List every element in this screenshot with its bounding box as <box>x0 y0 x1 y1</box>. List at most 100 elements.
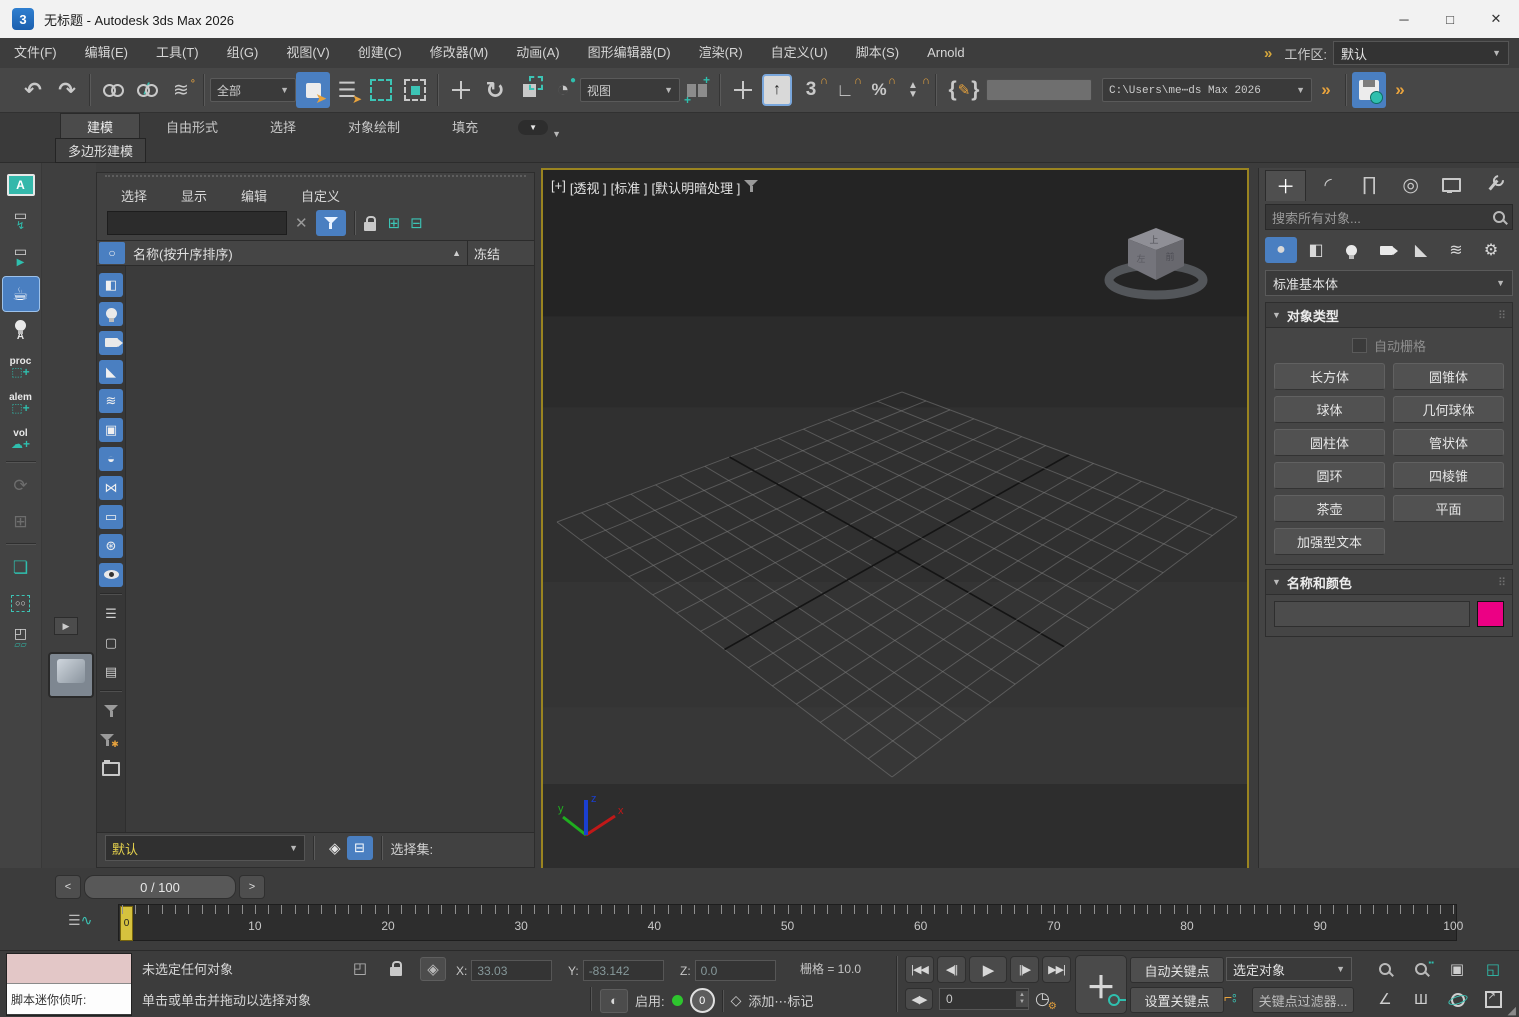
select-and-scale-button[interactable] <box>512 72 546 108</box>
select-and-rotate-button[interactable]: ↻ <box>478 72 512 108</box>
selection-lock-toggle[interactable] <box>384 957 408 979</box>
tab-utilities[interactable] <box>1474 170 1513 200</box>
menu-modifiers[interactable]: 修改器(M) <box>416 38 503 68</box>
arnold-operator-graph-button[interactable]: ◰▱▱ <box>3 622 39 656</box>
menu-create[interactable]: 创建(C) <box>344 38 416 68</box>
viewport-general-menu[interactable]: [+] <box>551 178 566 197</box>
tab-motion[interactable]: ◎ <box>1391 170 1430 200</box>
explorer-search-input[interactable] <box>107 211 287 235</box>
percent-snap-button[interactable]: %∩ <box>862 72 896 108</box>
lock-icon[interactable] <box>364 222 376 231</box>
angle-snap-button[interactable]: ∟∩ <box>828 72 862 108</box>
ribbon-tab-populate[interactable]: 填充 <box>426 114 504 139</box>
key-mode-toggle[interactable]: ◀▶ <box>905 988 933 1010</box>
object-name-field[interactable] <box>1274 601 1470 627</box>
bind-to-space-warp-button[interactable]: ≋∘ <box>164 72 198 108</box>
show-space-warps-toggle[interactable]: ≋ <box>99 389 123 413</box>
viewport-pov-menu[interactable]: [透视 ] <box>570 178 607 197</box>
category-cameras[interactable] <box>1370 237 1402 263</box>
show-groups-toggle[interactable]: ▣ <box>99 418 123 442</box>
play-button[interactable]: ▶ <box>969 956 1007 983</box>
arnold-convert-button[interactable]: ⟳ <box>3 468 39 502</box>
previous-frame-button[interactable]: < <box>55 875 81 899</box>
arnold-light-button[interactable]: A <box>3 314 39 348</box>
show-geometry-toggle[interactable]: ◧ <box>99 273 123 297</box>
undo-button[interactable]: ↶ <box>16 72 50 108</box>
pan-view-button[interactable]: Ш <box>1404 985 1438 1013</box>
show-biped-toggle[interactable]: ⊛ <box>99 534 123 558</box>
category-lights[interactable] <box>1335 237 1367 263</box>
zoom-extents-button[interactable]: ▣ <box>1440 955 1474 983</box>
panel-expand-arrow[interactable]: ▶ <box>54 617 78 635</box>
new-container-button[interactable] <box>99 757 123 781</box>
reference-coordinate-combo[interactable]: 视图▼ <box>580 78 680 102</box>
textplus-button[interactable]: 加强型文本 <box>1274 528 1385 555</box>
show-bones-toggle[interactable]: ⋈ <box>99 476 123 500</box>
perspective-viewport[interactable]: [+] [透视 ] [标准 ] [默认明暗处理 ] 上 左 前 y x z <box>541 168 1249 870</box>
menu-views[interactable]: 视图(V) <box>272 38 343 68</box>
menu-overflow-chevron[interactable]: » <box>1256 45 1280 62</box>
named-selection-sets-field[interactable] <box>986 79 1092 101</box>
listener-pane[interactable]: 脚本迷你侦听: <box>7 984 131 1014</box>
key-filters-button[interactable]: 关键点过滤器... <box>1252 987 1354 1013</box>
teapot-button[interactable]: 茶壶 <box>1274 495 1385 522</box>
chevron-down-icon[interactable]: ▼ <box>552 129 561 139</box>
per-view-filter-icon[interactable] <box>744 180 758 192</box>
ribbon-tab-modeling[interactable]: 建模 <box>60 113 140 139</box>
search-all-objects-input[interactable]: 搜索所有对象... <box>1265 204 1513 230</box>
show-cameras-toggle[interactable] <box>99 331 123 355</box>
new-key-default-inout-icon[interactable]: ⌐⦂ <box>1224 989 1236 1006</box>
select-and-place-button[interactable]: ◔● <box>546 72 580 108</box>
ribbon-tab-freeform[interactable]: 自由形式 <box>140 114 244 139</box>
window-crossing-toggle[interactable] <box>398 72 432 108</box>
expand-tree-icon[interactable]: ⊞ <box>388 214 401 232</box>
project-folder-combo[interactable]: C:\Users\me⋯ds Max 2026 ▼ <box>1102 78 1312 102</box>
column-name-header[interactable]: 名称(按升序排序) ▲ <box>127 244 467 263</box>
frame-counter-field[interactable]: 0 / 100 <box>84 875 236 899</box>
menu-rendering[interactable]: 渲染(R) <box>685 38 757 68</box>
torus-button[interactable]: 圆环 <box>1274 462 1385 489</box>
minimize-button[interactable]: ─ <box>1381 0 1427 38</box>
cylinder-button[interactable]: 圆柱体 <box>1274 429 1385 456</box>
timeline-ruler[interactable]: 0 102030405060708090100 <box>118 904 1457 941</box>
tab-create[interactable]: ＋ <box>1265 170 1306 201</box>
next-key-button[interactable]: ||▶ <box>1010 956 1039 983</box>
close-button[interactable]: ✕ <box>1473 0 1519 38</box>
maxscript-mini-listener[interactable]: 脚本迷你侦听: <box>6 953 132 1016</box>
orbit-button[interactable] <box>1440 985 1474 1013</box>
menu-arnold[interactable]: Arnold <box>913 38 979 68</box>
menu-scripting[interactable]: 脚本(S) <box>842 38 913 68</box>
select-and-move-button[interactable] <box>444 72 478 108</box>
resize-grip[interactable]: ◢ <box>1508 1004 1516 1017</box>
collapse-tree-icon[interactable]: ⊟ <box>410 214 423 232</box>
go-to-start-button[interactable]: |◀◀ <box>905 956 934 983</box>
selection-set-combo[interactable]: 选定对象▼ <box>1226 957 1352 981</box>
previous-key-button[interactable]: ◀|| <box>937 956 966 983</box>
ribbon-tab-selection[interactable]: 选择 <box>244 114 322 139</box>
counter-badge[interactable]: 0 <box>690 988 715 1013</box>
sphere-button[interactable]: 球体 <box>1274 396 1385 423</box>
auto-key-button[interactable]: 自动关键点 <box>1130 957 1224 983</box>
time-configuration-button[interactable]: ◷⚙ <box>1035 989 1050 1009</box>
snaps-use-axis-button[interactable]: ↑ <box>760 72 794 108</box>
field-of-view-button[interactable]: ∠ <box>1368 985 1402 1013</box>
menu-edit[interactable]: 编辑(E) <box>71 38 142 68</box>
use-pivot-point-button[interactable]: + + <box>680 72 714 108</box>
select-object-button[interactable]: ➤ <box>296 72 330 108</box>
next-frame-button[interactable]: > <box>239 875 265 899</box>
category-space-warps[interactable]: ≋ <box>1440 237 1472 263</box>
arnold-render-selected-button[interactable]: ☕ <box>2 276 40 312</box>
set-keys-button[interactable]: ＋ <box>1075 955 1127 1014</box>
arnold-volume-button[interactable]: vol☁+ <box>3 422 39 456</box>
maximize-viewport-toggle[interactable] <box>1476 985 1510 1013</box>
arnold-texture-manager-button[interactable]: ❏ <box>3 550 39 584</box>
rectangular-selection-region-button[interactable] <box>364 72 398 108</box>
explorer-list-area[interactable]: ◧ ◣ ≋ ▣ ◒ ⋈ ▭ ⊛ ☰ ▢ ▤ ✱ <box>97 266 534 832</box>
add-time-tag-button[interactable]: 添加⋯标记 <box>748 991 813 1010</box>
tab-modify[interactable]: ◜ <box>1308 170 1347 200</box>
explorer-menu-select[interactable]: 选择 <box>121 186 147 205</box>
column-frozen-header[interactable]: 冻结 <box>467 241 534 265</box>
snap-3d-button[interactable]: 3∩ <box>794 72 828 108</box>
pyramid-button[interactable]: 四棱锥 <box>1393 462 1504 489</box>
tube-button[interactable]: 管状体 <box>1393 429 1504 456</box>
